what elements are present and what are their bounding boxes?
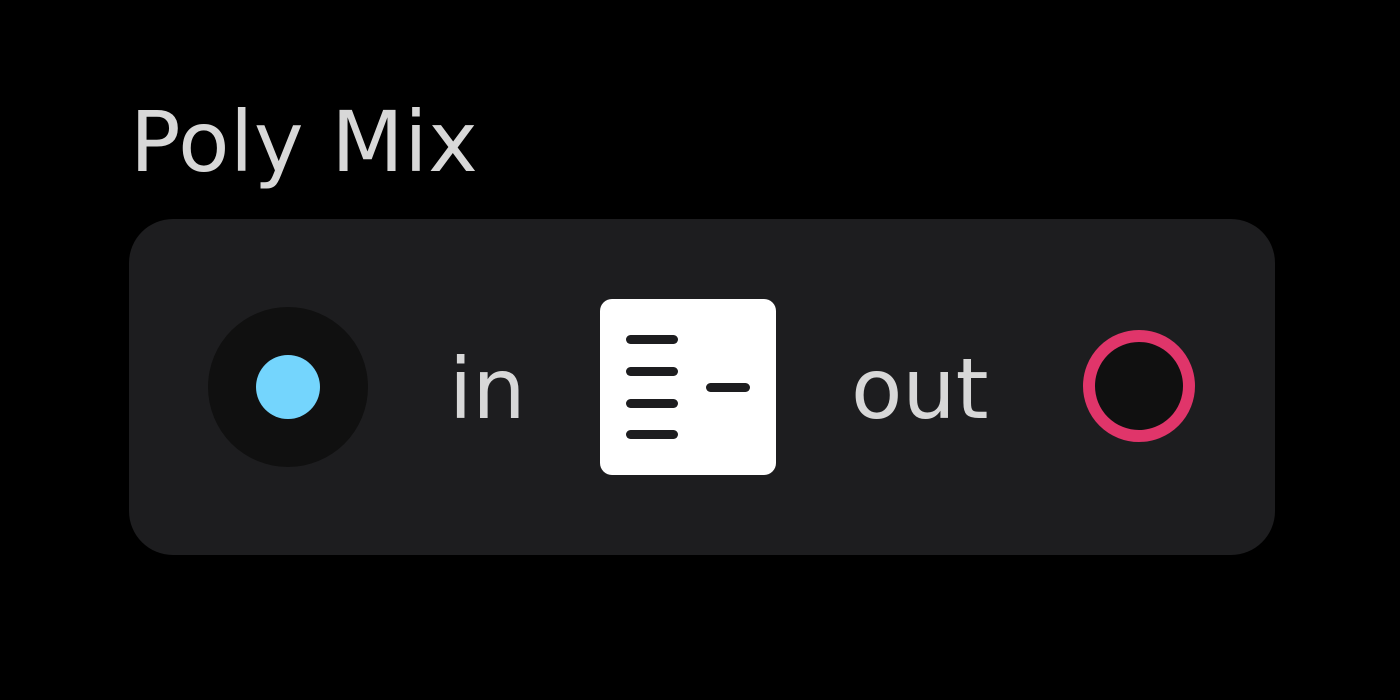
input-jack-icon[interactable] [208, 307, 368, 467]
output-label: out [851, 340, 989, 438]
poly-line-3 [626, 399, 678, 408]
module-title: Poly Mix [130, 93, 479, 191]
poly-line-1 [626, 335, 678, 344]
polyphonic-mix-icon[interactable] [600, 299, 776, 475]
input-label: in [449, 340, 526, 438]
poly-line-2 [626, 367, 678, 376]
mono-line [706, 383, 750, 392]
input-jack-dot [256, 355, 320, 419]
output-jack-icon[interactable] [1083, 330, 1195, 442]
poly-line-4 [626, 430, 678, 439]
poly-mix-module: in out [129, 219, 1275, 555]
